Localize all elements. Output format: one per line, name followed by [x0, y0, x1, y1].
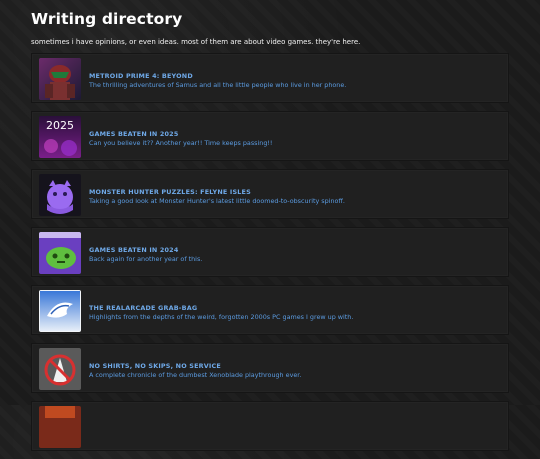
page-title: Writing directory [31, 10, 183, 28]
no-shirts-thumbnail [39, 348, 81, 390]
list-item[interactable]: THE REALARCADE GRAB-BAG Highlights from … [31, 285, 509, 335]
entry-title[interactable]: GAMES BEATEN IN 2024 [89, 246, 178, 254]
games-2025-thumbnail: 2025 [39, 116, 81, 158]
entry-description: Can you believe it?? Another year!! Time… [89, 139, 273, 147]
thumbnail-year-label: 2025 [46, 119, 74, 132]
realarcade-thumbnail [39, 290, 81, 332]
list-item[interactable]: GAMES BEATEN IN 2024 Back again for anot… [31, 227, 509, 277]
list-item[interactable]: 2025 GAMES BEATEN IN 2025 Can you believ… [31, 111, 509, 161]
list-item[interactable]: MONSTER HUNTER PUZZLES: FELYNE ISLES Tak… [31, 169, 509, 219]
entry-title[interactable]: NO SHIRTS, NO SKIPS, NO SERVICE [89, 362, 221, 370]
entry-title[interactable]: GAMES BEATEN IN 2025 [89, 130, 178, 138]
page-subtitle: sometimes i have opinions, or even ideas… [31, 38, 361, 46]
entry-description: Taking a good look at Monster Hunter's l… [89, 197, 345, 205]
entry-title[interactable]: THE REALARCADE GRAB-BAG [89, 304, 197, 312]
thumbnail [39, 406, 81, 448]
entry-title[interactable]: MONSTER HUNTER PUZZLES: FELYNE ISLES [89, 188, 251, 196]
writing-list: METROID PRIME 4: BEYOND The thrilling ad… [31, 53, 509, 459]
entry-title[interactable]: METROID PRIME 4: BEYOND [89, 72, 193, 80]
list-item[interactable]: NO SHIRTS, NO SKIPS, NO SERVICE A comple… [31, 343, 509, 393]
metroid-prime-thumbnail [39, 58, 81, 100]
list-item[interactable] [31, 401, 509, 451]
felyne-isles-thumbnail [39, 174, 81, 216]
entry-description: Highlights from the depths of the weird,… [89, 313, 354, 321]
games-2024-thumbnail [39, 232, 81, 274]
list-item[interactable]: METROID PRIME 4: BEYOND The thrilling ad… [31, 53, 509, 103]
entry-description: Back again for another year of this. [89, 255, 203, 263]
entry-description: A complete chronicle of the dumbest Xeno… [89, 371, 302, 379]
entry-description: The thrilling adventures of Samus and al… [89, 81, 347, 89]
